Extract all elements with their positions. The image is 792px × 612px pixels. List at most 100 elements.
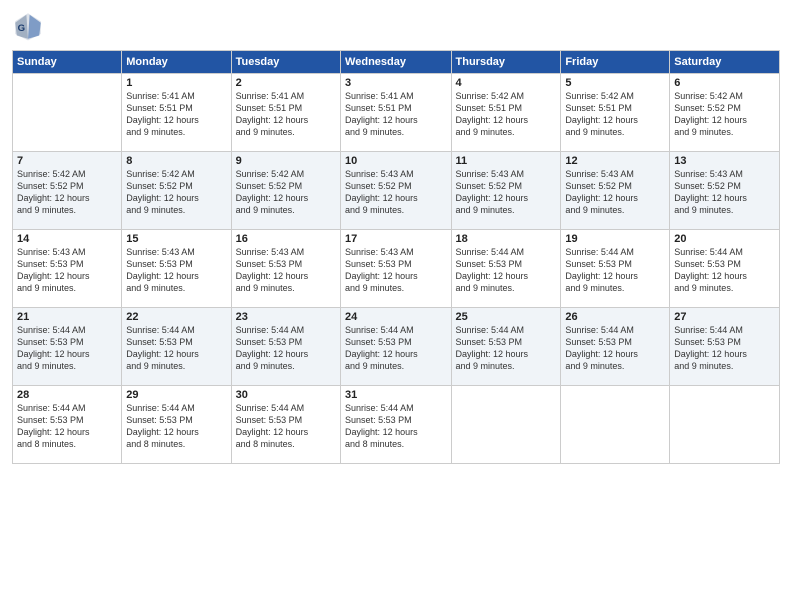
day-number: 18 xyxy=(456,233,557,245)
day-number: 7 xyxy=(17,155,117,167)
day-info: Sunrise: 5:43 AM Sunset: 5:53 PM Dayligh… xyxy=(17,246,117,295)
day-info: Sunrise: 5:41 AM Sunset: 5:51 PM Dayligh… xyxy=(126,90,226,139)
day-number: 24 xyxy=(345,311,446,323)
calendar-cell: 25Sunrise: 5:44 AM Sunset: 5:53 PM Dayli… xyxy=(451,308,561,386)
day-number: 25 xyxy=(456,311,557,323)
calendar-table: SundayMondayTuesdayWednesdayThursdayFrid… xyxy=(12,50,780,464)
day-number: 23 xyxy=(236,311,336,323)
page-container: G SundayMondayTuesdayWednesdayThursdayFr… xyxy=(0,0,792,474)
calendar-cell: 7Sunrise: 5:42 AM Sunset: 5:52 PM Daylig… xyxy=(13,152,122,230)
day-info: Sunrise: 5:42 AM Sunset: 5:52 PM Dayligh… xyxy=(126,168,226,217)
logo-icon: G xyxy=(12,10,44,42)
day-header-friday: Friday xyxy=(561,51,670,74)
calendar-cell: 16Sunrise: 5:43 AM Sunset: 5:53 PM Dayli… xyxy=(231,230,340,308)
day-number: 8 xyxy=(126,155,226,167)
calendar-cell: 28Sunrise: 5:44 AM Sunset: 5:53 PM Dayli… xyxy=(13,386,122,464)
calendar-cell: 9Sunrise: 5:42 AM Sunset: 5:52 PM Daylig… xyxy=(231,152,340,230)
day-info: Sunrise: 5:42 AM Sunset: 5:51 PM Dayligh… xyxy=(565,90,665,139)
day-header-wednesday: Wednesday xyxy=(341,51,451,74)
day-info: Sunrise: 5:44 AM Sunset: 5:53 PM Dayligh… xyxy=(674,324,775,373)
day-number: 30 xyxy=(236,389,336,401)
day-number: 1 xyxy=(126,77,226,89)
day-number: 14 xyxy=(17,233,117,245)
day-number: 4 xyxy=(456,77,557,89)
day-number: 27 xyxy=(674,311,775,323)
day-info: Sunrise: 5:44 AM Sunset: 5:53 PM Dayligh… xyxy=(565,324,665,373)
day-header-thursday: Thursday xyxy=(451,51,561,74)
logo: G xyxy=(12,10,48,42)
day-number: 2 xyxy=(236,77,336,89)
day-number: 21 xyxy=(17,311,117,323)
day-info: Sunrise: 5:44 AM Sunset: 5:53 PM Dayligh… xyxy=(674,246,775,295)
day-info: Sunrise: 5:44 AM Sunset: 5:53 PM Dayligh… xyxy=(456,246,557,295)
day-header-monday: Monday xyxy=(122,51,231,74)
calendar-cell xyxy=(451,386,561,464)
svg-text:G: G xyxy=(18,23,25,34)
day-number: 10 xyxy=(345,155,446,167)
day-info: Sunrise: 5:44 AM Sunset: 5:53 PM Dayligh… xyxy=(236,324,336,373)
day-info: Sunrise: 5:43 AM Sunset: 5:52 PM Dayligh… xyxy=(345,168,446,217)
calendar-cell xyxy=(13,74,122,152)
day-header-sunday: Sunday xyxy=(13,51,122,74)
calendar-cell: 22Sunrise: 5:44 AM Sunset: 5:53 PM Dayli… xyxy=(122,308,231,386)
day-info: Sunrise: 5:44 AM Sunset: 5:53 PM Dayligh… xyxy=(345,324,446,373)
day-number: 6 xyxy=(674,77,775,89)
calendar-cell: 24Sunrise: 5:44 AM Sunset: 5:53 PM Dayli… xyxy=(341,308,451,386)
calendar-cell: 3Sunrise: 5:41 AM Sunset: 5:51 PM Daylig… xyxy=(341,74,451,152)
day-info: Sunrise: 5:44 AM Sunset: 5:53 PM Dayligh… xyxy=(126,324,226,373)
calendar-cell: 31Sunrise: 5:44 AM Sunset: 5:53 PM Dayli… xyxy=(341,386,451,464)
calendar-cell: 13Sunrise: 5:43 AM Sunset: 5:52 PM Dayli… xyxy=(670,152,780,230)
day-number: 16 xyxy=(236,233,336,245)
day-info: Sunrise: 5:42 AM Sunset: 5:52 PM Dayligh… xyxy=(236,168,336,217)
day-info: Sunrise: 5:44 AM Sunset: 5:53 PM Dayligh… xyxy=(236,402,336,451)
week-row-5: 28 Sunrise: 5:44 AM Sunset: 5:53 PM Dayli… xyxy=(13,386,780,464)
calendar-cell: 19Sunrise: 5:44 AM Sunset: 5:53 PM Dayli… xyxy=(561,230,670,308)
calendar-cell: 6Sunrise: 5:42 AM Sunset: 5:52 PM Daylig… xyxy=(670,74,780,152)
day-info: Sunrise: 5:43 AM Sunset: 5:53 PM Dayligh… xyxy=(236,246,336,295)
day-info: Sunrise: 5:42 AM Sunset: 5:52 PM Dayligh… xyxy=(674,90,775,139)
header: G xyxy=(12,10,780,42)
calendar-cell: 10Sunrise: 5:43 AM Sunset: 5:52 PM Dayli… xyxy=(341,152,451,230)
calendar-cell: 8Sunrise: 5:42 AM Sunset: 5:52 PM Daylig… xyxy=(122,152,231,230)
header-row: SundayMondayTuesdayWednesdayThursdayFrid… xyxy=(13,51,780,74)
day-number: 26 xyxy=(565,311,665,323)
day-info: Sunrise: 5:43 AM Sunset: 5:53 PM Dayligh… xyxy=(126,246,226,295)
calendar-cell: 21Sunrise: 5:44 AM Sunset: 5:53 PM Dayli… xyxy=(13,308,122,386)
calendar-cell: 5Sunrise: 5:42 AM Sunset: 5:51 PM Daylig… xyxy=(561,74,670,152)
calendar-cell: 29Sunrise: 5:44 AM Sunset: 5:53 PM Dayli… xyxy=(122,386,231,464)
calendar-cell: 12Sunrise: 5:43 AM Sunset: 5:52 PM Dayli… xyxy=(561,152,670,230)
day-info: Sunrise: 5:43 AM Sunset: 5:52 PM Dayligh… xyxy=(456,168,557,217)
day-info: Sunrise: 5:44 AM Sunset: 5:53 PM Dayligh… xyxy=(565,246,665,295)
week-row-2: 7Sunrise: 5:42 AM Sunset: 5:52 PM Daylig… xyxy=(13,152,780,230)
calendar-cell: 4Sunrise: 5:42 AM Sunset: 5:51 PM Daylig… xyxy=(451,74,561,152)
week-row-1: 1Sunrise: 5:41 AM Sunset: 5:51 PM Daylig… xyxy=(13,74,780,152)
calendar-cell: 11Sunrise: 5:43 AM Sunset: 5:52 PM Dayli… xyxy=(451,152,561,230)
day-info: Sunrise: 5:44 AM Sunset: 5:53 PM Dayligh… xyxy=(456,324,557,373)
calendar-cell xyxy=(561,386,670,464)
calendar-cell: 17Sunrise: 5:43 AM Sunset: 5:53 PM Dayli… xyxy=(341,230,451,308)
week-row-3: 14Sunrise: 5:43 AM Sunset: 5:53 PM Dayli… xyxy=(13,230,780,308)
day-number: 31 xyxy=(345,389,446,401)
day-number: 22 xyxy=(126,311,226,323)
day-number: 13 xyxy=(674,155,775,167)
calendar-cell: 1Sunrise: 5:41 AM Sunset: 5:51 PM Daylig… xyxy=(122,74,231,152)
day-header-saturday: Saturday xyxy=(670,51,780,74)
day-info: Sunrise: 5:41 AM Sunset: 5:51 PM Dayligh… xyxy=(236,90,336,139)
day-info: Sunrise: 5:44 AM Sunset: 5:53 PM Dayligh… xyxy=(345,402,446,451)
day-number: 20 xyxy=(674,233,775,245)
day-number: 15 xyxy=(126,233,226,245)
day-number: 3 xyxy=(345,77,446,89)
day-info: Sunrise: 5:44 AM Sunset: 5:53 PM Dayligh… xyxy=(126,402,226,451)
calendar-cell: 20Sunrise: 5:44 AM Sunset: 5:53 PM Dayli… xyxy=(670,230,780,308)
day-info: Sunrise: 5:43 AM Sunset: 5:52 PM Dayligh… xyxy=(674,168,775,217)
day-number: 29 xyxy=(126,389,226,401)
day-info: Sunrise: 5:42 AM Sunset: 5:52 PM Dayligh… xyxy=(17,168,117,217)
day-number: 17 xyxy=(345,233,446,245)
day-header-tuesday: Tuesday xyxy=(231,51,340,74)
calendar-cell: 2Sunrise: 5:41 AM Sunset: 5:51 PM Daylig… xyxy=(231,74,340,152)
day-number: 11 xyxy=(456,155,557,167)
day-info: Sunrise: 5:43 AM Sunset: 5:53 PM Dayligh… xyxy=(345,246,446,295)
calendar-cell: 30Sunrise: 5:44 AM Sunset: 5:53 PM Dayli… xyxy=(231,386,340,464)
day-number: 28 xyxy=(17,389,117,401)
calendar-cell: 27Sunrise: 5:44 AM Sunset: 5:53 PM Dayli… xyxy=(670,308,780,386)
